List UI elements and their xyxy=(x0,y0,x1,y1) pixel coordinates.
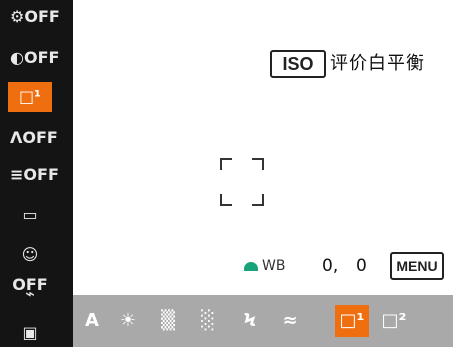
highlight-tone-off-icon: ◐OFF xyxy=(10,48,60,67)
nr-off-icon: ≡OFF xyxy=(10,165,59,184)
exposure-comp-a: 0, xyxy=(322,256,339,276)
shade-icon: ▒ xyxy=(161,310,175,331)
side-item-nr[interactable]: ≡OFF xyxy=(10,160,59,190)
af-off-icon: ɅOFF xyxy=(10,128,58,147)
wb-shift-icon xyxy=(244,261,258,271)
wb-option-bar: A ☀ ▒ ░ Ϟ ≈ □¹ □² xyxy=(73,295,453,347)
wb-fluorescent-option[interactable]: ≈ xyxy=(273,305,307,337)
white-balance-custom1-icon: □¹ xyxy=(18,87,42,106)
status-row: WB 0, 0 MENU xyxy=(0,250,453,286)
flash-icon: Ϟ xyxy=(243,310,257,331)
iso-label: ISO xyxy=(270,50,326,78)
wb-cloudy-option[interactable]: ░ xyxy=(191,305,225,337)
custom-wb1-icon: □¹ xyxy=(339,310,365,331)
side-item-i-contrast[interactable]: ⚙OFF xyxy=(10,2,60,32)
wb-shade-option[interactable]: ▒ xyxy=(151,305,185,337)
white-balance-label: 评价白平衡 xyxy=(330,53,425,74)
wb-flash-option[interactable]: Ϟ xyxy=(233,305,267,337)
custom-wb2-icon: □² xyxy=(381,310,407,331)
shooting-info-icon: ▣ xyxy=(22,323,38,342)
wb-daylight-option[interactable]: ☀ xyxy=(111,305,145,337)
wb-shift-indicator: WB xyxy=(244,258,288,280)
flash-comp-icon: ⌁ xyxy=(25,284,35,303)
af-frame-bottom-left xyxy=(220,194,232,206)
side-item-af[interactable]: ɅOFF xyxy=(10,123,58,153)
wb-custom1-option[interactable]: □¹ xyxy=(335,305,369,337)
fluorescent-icon: ≈ xyxy=(282,310,298,331)
side-item-shooting-info[interactable]: ▣ xyxy=(10,318,50,348)
side-item-aspect[interactable]: ▭ xyxy=(10,200,50,230)
af-frame-bottom-right xyxy=(252,194,264,206)
side-item-white-balance[interactable]: □¹ xyxy=(8,82,52,112)
af-frame-top-left xyxy=(220,158,232,170)
camera-screen: ⚙OFF ◐OFF □¹ ɅOFF ≡OFF ▭ ☺OFF ⌁ ▣ ISO 评价… xyxy=(0,0,453,347)
side-item-highlight-tone[interactable]: ◐OFF xyxy=(10,43,59,73)
aspect-ratio-icon: ▭ xyxy=(22,205,38,224)
wb-shift-label: WB xyxy=(262,258,286,274)
wb-custom2-option[interactable]: □² xyxy=(377,305,411,337)
daylight-icon: ☀ xyxy=(119,310,137,331)
exposure-comp-b: 0 xyxy=(356,256,367,276)
side-menu: ⚙OFF ◐OFF □¹ ɅOFF ≡OFF ▭ ☺OFF ⌁ ▣ xyxy=(0,0,73,347)
menu-button[interactable]: MENU xyxy=(390,252,444,280)
af-frame-top-right xyxy=(252,158,264,170)
i-contrast-off-icon: ⚙OFF xyxy=(10,7,60,26)
cloudy-icon: ░ xyxy=(201,310,215,331)
wb-auto-option[interactable]: A xyxy=(75,305,109,337)
auto-wb-icon: A xyxy=(85,310,99,331)
